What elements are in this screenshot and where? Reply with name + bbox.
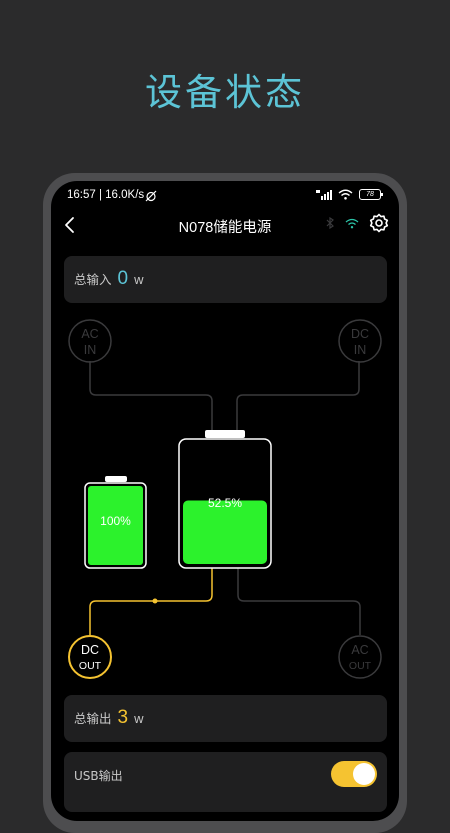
usb-output-label: USB输出 bbox=[74, 769, 123, 783]
dc-in-line bbox=[236, 361, 360, 431]
ac-in-label-top: AC bbox=[81, 327, 98, 341]
banner-title: 设备状态 bbox=[145, 71, 305, 114]
total-output-row: 总输出 3 w bbox=[74, 707, 143, 729]
dc-out-line bbox=[89, 568, 213, 635]
dc-out-port: DC OUT bbox=[68, 635, 112, 679]
main-battery: 52.5% bbox=[178, 430, 272, 569]
total-output-unit: w bbox=[134, 711, 144, 726]
ac-in-label-bottom: IN bbox=[84, 343, 97, 357]
ac-out-line bbox=[237, 568, 361, 635]
ac-in-line bbox=[89, 361, 213, 431]
dc-in-port: DC IN bbox=[338, 319, 382, 363]
usb-output-toggle-knob bbox=[353, 763, 375, 785]
usb-output-card: USB输出 bbox=[64, 752, 387, 812]
ac-out-label-top: AC bbox=[351, 643, 368, 657]
ac-out-label-bottom: OUT bbox=[349, 660, 372, 672]
dc-out-label-top: DC bbox=[81, 643, 99, 657]
ac-out-port: AC OUT bbox=[338, 635, 382, 679]
total-output-value: 3 bbox=[117, 707, 129, 728]
phone-screen: 16:57 | 16.0K/s 78 N078储能电源 总输入 0 w AC I… bbox=[51, 181, 399, 821]
small-battery-percent: 100% bbox=[100, 514, 131, 528]
total-output-card: 总输出 3 w bbox=[64, 695, 387, 742]
main-battery-percent: 52.5% bbox=[208, 496, 242, 510]
dc-out-flow-dot bbox=[152, 598, 158, 604]
dc-in-label-bottom: IN bbox=[354, 343, 367, 357]
ac-in-port: AC IN bbox=[68, 319, 112, 363]
total-output-label: 总输出 bbox=[74, 711, 112, 726]
main-battery-fill bbox=[183, 500, 267, 564]
usb-output-toggle[interactable] bbox=[331, 761, 377, 787]
dc-out-label-bottom: OUT bbox=[79, 660, 102, 672]
dc-in-label-top: DC bbox=[351, 327, 369, 341]
small-battery: 100% bbox=[84, 476, 147, 569]
